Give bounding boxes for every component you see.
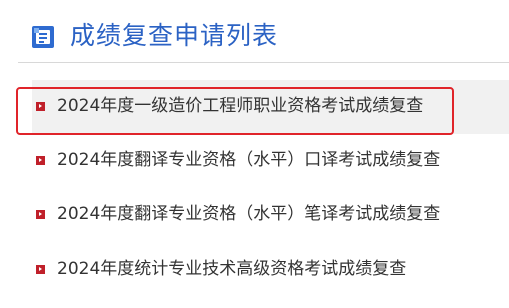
list-item[interactable]: 2024年度翻译专业资格（水平）笔译考试成绩复查 [32,188,509,242]
list-item-link[interactable]: 2024年度翻译专业资格（水平）笔译考试成绩复查 [57,200,440,228]
list-item-link[interactable]: 2024年度一级造价工程师职业资格考试成绩复查 [57,92,423,120]
list-item-link[interactable]: 2024年度翻译专业资格（水平）口译考试成绩复查 [57,146,440,174]
list-item[interactable]: 2024年度翻译专业资格（水平）口译考试成绩复查 [32,134,509,188]
bullet-arrow-icon [36,156,45,165]
list-item[interactable]: 2024年度一级造价工程师职业资格考试成绩复查 [32,80,509,134]
page: 成绩复查申请列表 2024年度一级造价工程师职业资格考试成绩复查 2024年度翻… [0,0,509,308]
page-title: 成绩复查申请列表 [70,21,279,50]
list-item[interactable]: 2024年度统计专业技术高级资格考试成绩复查 [32,243,509,297]
bullet-arrow-icon [36,210,45,219]
document-list-icon [32,26,54,48]
list-item-link[interactable]: 2024年度统计专业技术高级资格考试成绩复查 [57,255,406,283]
bullet-arrow-icon [36,265,45,274]
header-divider [18,62,509,63]
page-header: 成绩复查申请列表 [0,0,509,64]
bullet-arrow-icon [36,102,45,111]
